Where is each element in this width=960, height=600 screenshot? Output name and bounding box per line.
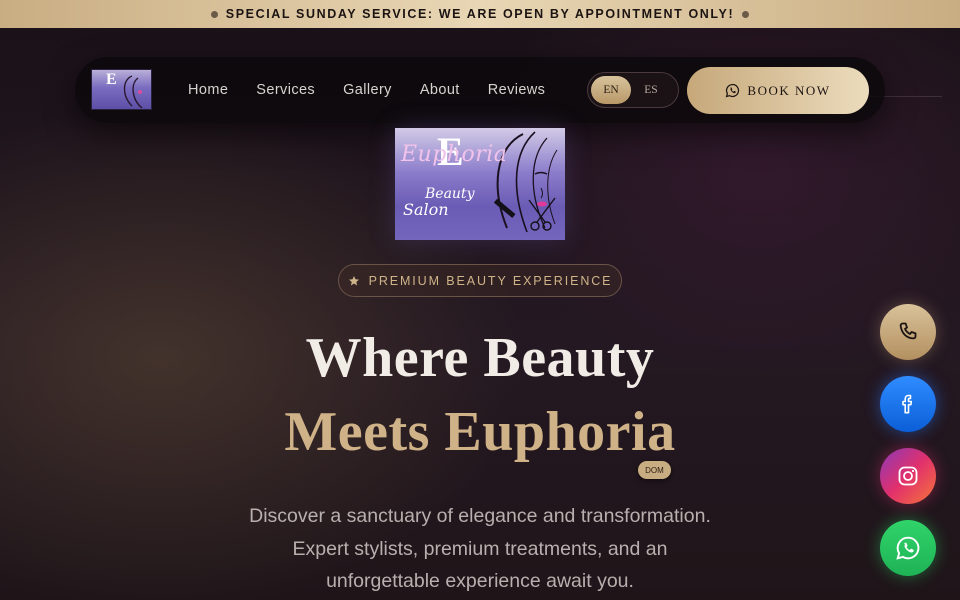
instagram-icon bbox=[898, 466, 918, 486]
announcement-bar: SPECIAL SUNDAY SERVICE: WE ARE OPEN BY A… bbox=[0, 0, 960, 28]
language-toggle: EN ES bbox=[587, 72, 679, 108]
premium-badge: PREMIUM BEAUTY EXPERIENCE bbox=[338, 264, 622, 297]
lang-es-button[interactable]: ES bbox=[631, 76, 671, 104]
description-line-3: unforgettable experience await you. bbox=[326, 570, 634, 592]
facebook-button[interactable] bbox=[880, 376, 936, 432]
svg-text:E: E bbox=[106, 71, 117, 88]
phone-icon bbox=[899, 322, 917, 340]
phone-button[interactable] bbox=[880, 304, 936, 360]
announcement-text: SPECIAL SUNDAY SERVICE: WE ARE OPEN BY A… bbox=[225, 7, 735, 21]
headline-line-2: Meets Euphoria bbox=[284, 401, 676, 463]
whatsapp-icon bbox=[896, 536, 920, 560]
nav-home[interactable]: Home bbox=[188, 82, 228, 98]
whatsapp-icon bbox=[726, 83, 740, 98]
nav-services[interactable]: Services bbox=[256, 82, 315, 98]
description-line-2: Expert stylists, premium treatments, and… bbox=[292, 537, 668, 560]
nav-logo[interactable]: E bbox=[91, 69, 152, 110]
hero-description: Discover a sanctuary of elegance and tra… bbox=[180, 500, 780, 598]
bullet-dot-left bbox=[210, 10, 218, 18]
instagram-button[interactable] bbox=[880, 448, 936, 504]
badge-text: PREMIUM BEAUTY EXPERIENCE bbox=[368, 273, 613, 288]
nav-about[interactable]: About bbox=[420, 82, 460, 98]
star-icon bbox=[348, 275, 359, 285]
nav-reviews[interactable]: Reviews bbox=[488, 82, 546, 98]
whatsapp-button[interactable] bbox=[880, 520, 936, 576]
dom-tag: DOM bbox=[638, 461, 671, 479]
logo-salon: Salon bbox=[403, 200, 449, 219]
salon-logo-icon: E bbox=[106, 71, 143, 109]
lang-en-button[interactable]: EN bbox=[591, 76, 631, 104]
description-line-1: Discover a sanctuary of elegance and tra… bbox=[249, 505, 711, 527]
bullet-dot-right bbox=[742, 10, 750, 18]
book-now-button[interactable]: BOOK NOW bbox=[687, 67, 869, 114]
nav-links: Home Services Gallery About Reviews bbox=[188, 57, 573, 123]
navbar: E Home Services Gallery About Reviews EN… bbox=[75, 57, 885, 123]
book-now-label: BOOK NOW bbox=[747, 82, 831, 98]
logo-word: Euphoria bbox=[401, 142, 508, 167]
headline-line-1: Where Beauty bbox=[305, 327, 655, 389]
facebook-icon bbox=[902, 394, 913, 414]
hero-logo: E Euphoria Beauty Salon bbox=[395, 128, 565, 240]
nav-gallery[interactable]: Gallery bbox=[343, 82, 392, 98]
